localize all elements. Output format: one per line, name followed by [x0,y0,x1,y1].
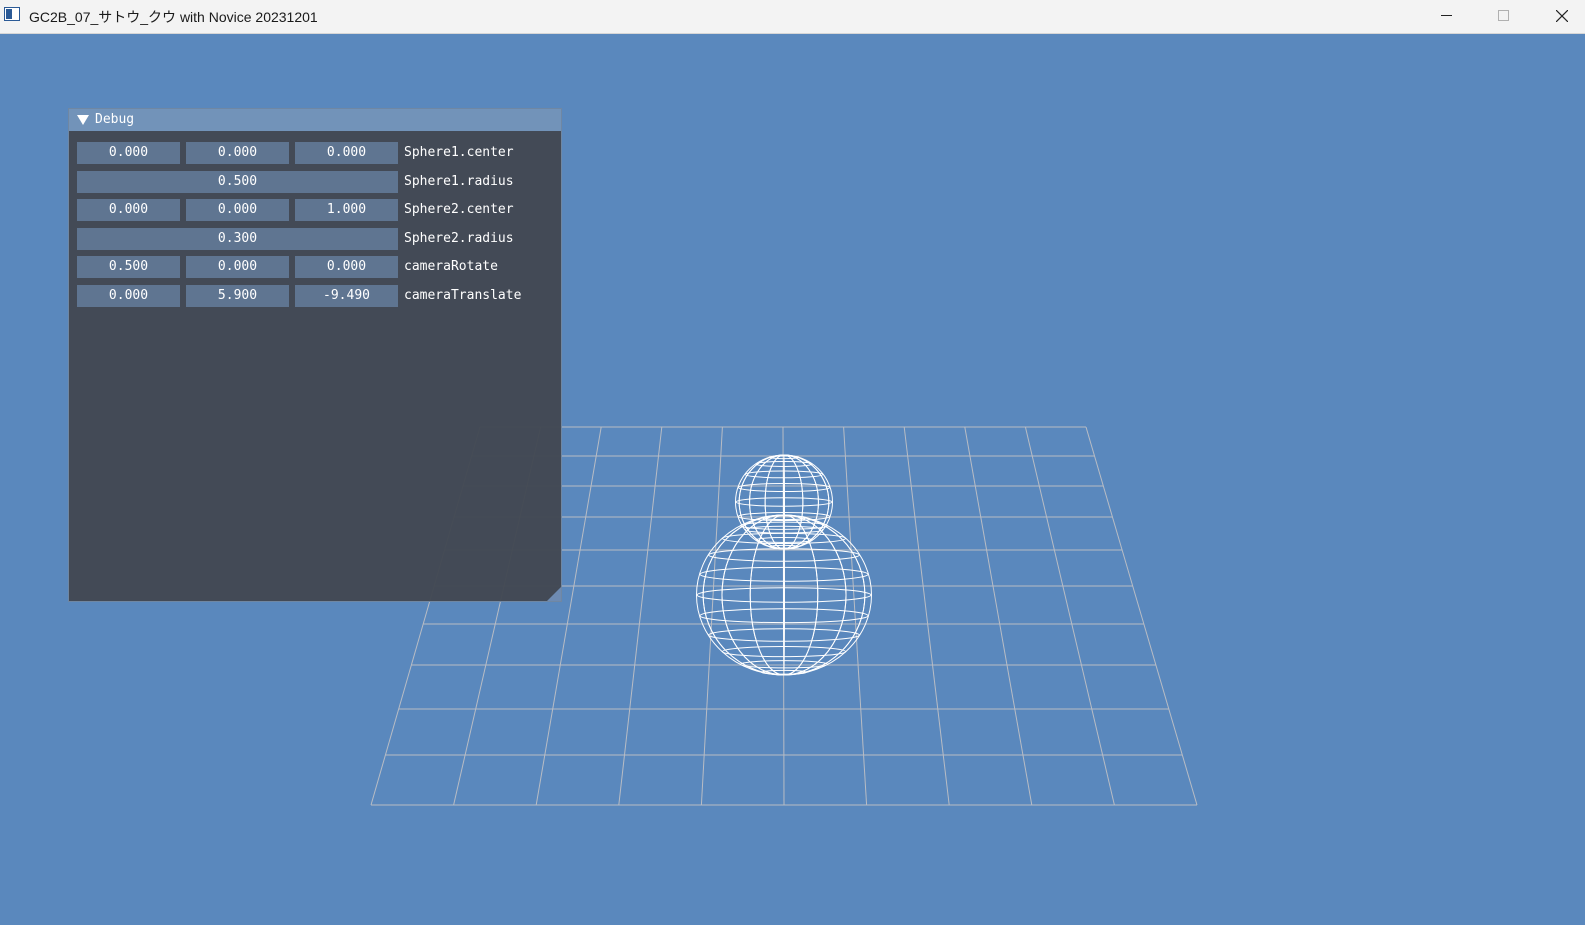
sphere-longitude-ring [783,454,785,550]
app-icon [4,7,20,21]
collapse-arrow-icon[interactable] [77,115,89,125]
sphere1-center-z-field[interactable]: 0.000 [295,142,398,164]
grid-line [1024,426,1115,806]
grid-line [700,426,723,806]
maximize-icon [1498,10,1509,21]
sphere1-radius-field[interactable]: 0.500 [77,171,398,193]
debug-title: Debug [95,112,135,127]
grid-line [964,426,1033,806]
camera-rotate-y-field[interactable]: 0.000 [186,256,289,278]
maximize-button[interactable] [1481,0,1527,33]
close-button[interactable] [1539,0,1585,33]
sphere1-center-x-field[interactable]: 0.000 [77,142,180,164]
camera-rotate-z-field[interactable]: 0.000 [295,256,398,278]
minimize-button[interactable] [1424,0,1470,33]
camera-translate-z-field[interactable]: -9.490 [295,285,398,307]
sphere2-radius-field[interactable]: 0.300 [77,228,398,250]
camera-rotate-label: cameraRotate [404,259,498,274]
camera-translate-x-field[interactable]: 0.000 [77,285,180,307]
sphere2-center-y-field[interactable]: 0.000 [186,199,289,221]
camera-translate-y-field[interactable]: 5.900 [186,285,289,307]
sphere2-center-z-field[interactable]: 1.000 [295,199,398,221]
close-icon [1556,10,1568,22]
sphere2-center-x-field[interactable]: 0.000 [77,199,180,221]
camera-translate-label: cameraTranslate [404,288,522,303]
sphere1-radius-label: Sphere1.radius [404,174,514,189]
debug-window[interactable]: Debug 0.000 0.000 0.000 Sphere1.center 0… [68,108,562,602]
title-bar: GC2B_07_サトウ_クウ with Novice 20231201 [0,0,1585,34]
grid-line [903,426,950,806]
sphere2-radius-label: Sphere2.radius [404,231,514,246]
sphere2-wireframe [735,454,833,550]
grid-line [1085,426,1198,806]
grid-line [618,426,663,806]
grid-line [843,426,868,806]
window-title: GC2B_07_サトウ_クウ with Novice 20231201 [29,9,318,25]
camera-rotate-x-field[interactable]: 0.500 [77,256,180,278]
minimize-icon [1441,15,1452,16]
sphere1-center-y-field[interactable]: 0.000 [186,142,289,164]
resize-grip[interactable] [547,587,561,601]
debug-title-bar[interactable]: Debug [69,109,561,131]
sphere2-center-label: Sphere2.center [404,202,514,217]
sphere1-center-label: Sphere1.center [404,145,514,160]
